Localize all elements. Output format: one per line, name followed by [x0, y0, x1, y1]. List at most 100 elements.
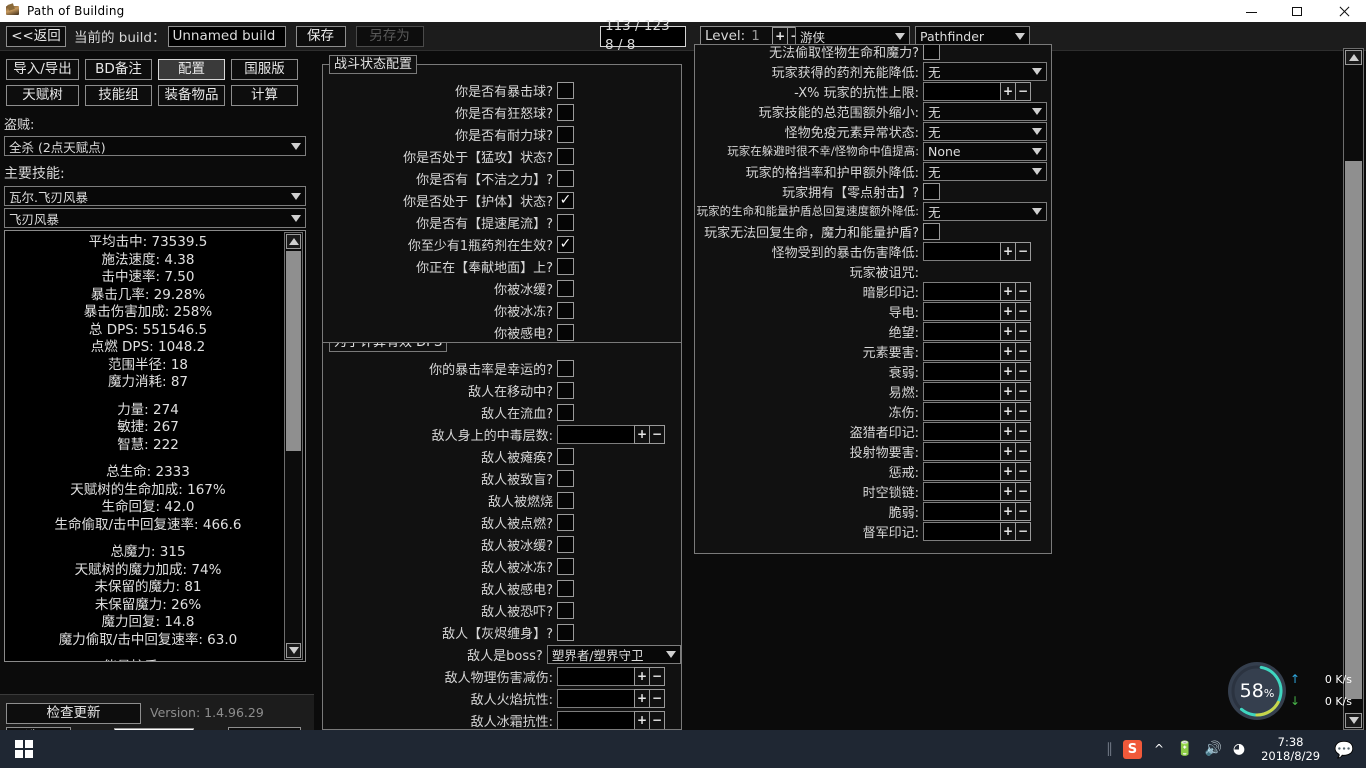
skill-name-dropdown[interactable]: 飞刃风暴: [4, 208, 306, 228]
battery-icon[interactable]: 🔋: [1176, 741, 1193, 757]
numeric-input[interactable]: [923, 401, 1001, 421]
decrement-button[interactable]: −: [649, 688, 665, 708]
config-checkbox[interactable]: [557, 125, 574, 143]
decrement-button[interactable]: −: [1015, 341, 1031, 361]
save-as-button[interactable]: 另存为: [355, 25, 424, 47]
config-dropdown[interactable]: 无: [923, 61, 1047, 81]
increment-button[interactable]: +: [1000, 461, 1016, 481]
config-stepper[interactable]: + −: [557, 666, 665, 686]
numeric-input[interactable]: [923, 421, 1001, 441]
decrement-button[interactable]: −: [1015, 361, 1031, 381]
action-center-icon[interactable]: 💬: [1334, 740, 1354, 759]
config-checkbox[interactable]: [557, 147, 574, 165]
increment-button[interactable]: +: [1000, 401, 1016, 421]
tab-passive-tree[interactable]: 天赋树: [6, 85, 79, 106]
increment-button[interactable]: +: [634, 424, 650, 444]
numeric-input[interactable]: [923, 281, 1001, 301]
decrement-button[interactable]: −: [1015, 381, 1031, 401]
main-scroll-thumb[interactable]: [1345, 161, 1362, 699]
config-checkbox[interactable]: [923, 222, 940, 240]
config-checkbox[interactable]: [557, 601, 574, 619]
increment-button[interactable]: +: [634, 688, 650, 708]
config-checkbox[interactable]: [557, 447, 574, 465]
config-checkbox[interactable]: [923, 45, 940, 60]
config-stepper[interactable]: + −: [923, 81, 1031, 101]
config-checkbox[interactable]: [557, 323, 574, 341]
config-checkbox[interactable]: [557, 81, 574, 99]
increment-button[interactable]: +: [634, 666, 650, 686]
decrement-button[interactable]: −: [1015, 301, 1031, 321]
decrement-button[interactable]: −: [1015, 401, 1031, 421]
scroll-up-button[interactable]: [286, 234, 301, 249]
ascendancy-dropdown[interactable]: Pathfinder: [915, 26, 1030, 46]
build-name-input[interactable]: Unnamed build: [167, 25, 286, 47]
skill-group-dropdown[interactable]: 瓦尔.飞刃风暴: [4, 186, 306, 206]
config-checkbox[interactable]: [557, 359, 574, 377]
config-stepper[interactable]: + −: [923, 521, 1031, 541]
config-stepper[interactable]: + −: [557, 688, 665, 708]
config-checkbox[interactable]: [557, 579, 574, 597]
numeric-input[interactable]: [923, 81, 1001, 101]
tab-calcs[interactable]: 计算: [231, 85, 298, 106]
tab-items[interactable]: 装备物品: [158, 85, 225, 106]
decrement-button[interactable]: −: [649, 666, 665, 686]
increment-button[interactable]: +: [1000, 481, 1016, 501]
increment-button[interactable]: +: [1000, 281, 1016, 301]
config-checkbox[interactable]: [557, 213, 574, 231]
save-button[interactable]: 保存: [295, 25, 346, 47]
show-hidden-icons-button[interactable]: ^: [1154, 742, 1164, 756]
network-icon[interactable]: ◕: [1233, 741, 1245, 757]
config-stepper[interactable]: + −: [923, 481, 1031, 501]
numeric-input[interactable]: [923, 321, 1001, 341]
config-dropdown[interactable]: 无: [923, 161, 1047, 181]
decrement-button[interactable]: −: [1015, 501, 1031, 521]
config-checkbox[interactable]: [557, 469, 574, 487]
config-checkbox[interactable]: [557, 557, 574, 575]
config-checkbox[interactable]: [557, 403, 574, 421]
tab-configuration[interactable]: 配置: [158, 59, 225, 80]
level-plus-button[interactable]: +: [772, 26, 789, 46]
numeric-input[interactable]: [923, 361, 1001, 381]
numeric-input[interactable]: [557, 666, 635, 686]
sogou-input-icon[interactable]: S: [1122, 739, 1142, 759]
network-speed-widget[interactable]: 58% ↑ 0 K/s ↓ 0 K/s: [1228, 662, 1358, 720]
config-stepper[interactable]: + −: [923, 501, 1031, 521]
increment-button[interactable]: +: [1000, 521, 1016, 541]
tab-import-export[interactable]: 导入/导出: [6, 59, 79, 80]
numeric-input[interactable]: [923, 341, 1001, 361]
config-checkbox[interactable]: [557, 535, 574, 553]
config-checkbox[interactable]: [557, 301, 574, 319]
config-checkbox[interactable]: [557, 257, 574, 275]
config-stepper[interactable]: + −: [923, 461, 1031, 481]
config-stepper[interactable]: + −: [557, 710, 665, 729]
decrement-button[interactable]: −: [1015, 81, 1031, 101]
config-checkbox[interactable]: [557, 513, 574, 531]
decrement-button[interactable]: −: [1015, 281, 1031, 301]
increment-button[interactable]: +: [1000, 301, 1016, 321]
tab-build-notes[interactable]: BD备注: [85, 59, 152, 80]
config-dropdown[interactable]: 无: [923, 121, 1047, 141]
config-checkbox[interactable]: ✓: [557, 235, 574, 253]
increment-button[interactable]: +: [1000, 321, 1016, 341]
config-stepper[interactable]: + −: [923, 401, 1031, 421]
config-checkbox[interactable]: [557, 169, 574, 187]
config-stepper[interactable]: + −: [923, 321, 1031, 341]
clock[interactable]: 7:38 2018/8/29: [1253, 735, 1328, 763]
scroll-thumb[interactable]: [286, 251, 301, 451]
numeric-input[interactable]: [557, 424, 635, 444]
tab-cn-version[interactable]: 国服版: [231, 59, 298, 80]
config-checkbox[interactable]: [557, 279, 574, 297]
config-stepper[interactable]: + −: [923, 281, 1031, 301]
numeric-input[interactable]: [923, 501, 1001, 521]
numeric-input[interactable]: [923, 481, 1001, 501]
decrement-button[interactable]: −: [1015, 481, 1031, 501]
increment-button[interactable]: +: [634, 710, 650, 729]
bandit-dropdown[interactable]: 全杀 (2点天赋点): [4, 136, 306, 156]
config-stepper[interactable]: + −: [923, 421, 1031, 441]
config-checkbox[interactable]: [557, 103, 574, 121]
back-button[interactable]: <<返回: [6, 25, 66, 47]
volume-icon[interactable]: 🔊: [1204, 741, 1221, 757]
config-stepper[interactable]: + −: [923, 441, 1031, 461]
main-scrollbar[interactable]: [1343, 48, 1364, 730]
level-value[interactable]: 1: [751, 28, 773, 44]
